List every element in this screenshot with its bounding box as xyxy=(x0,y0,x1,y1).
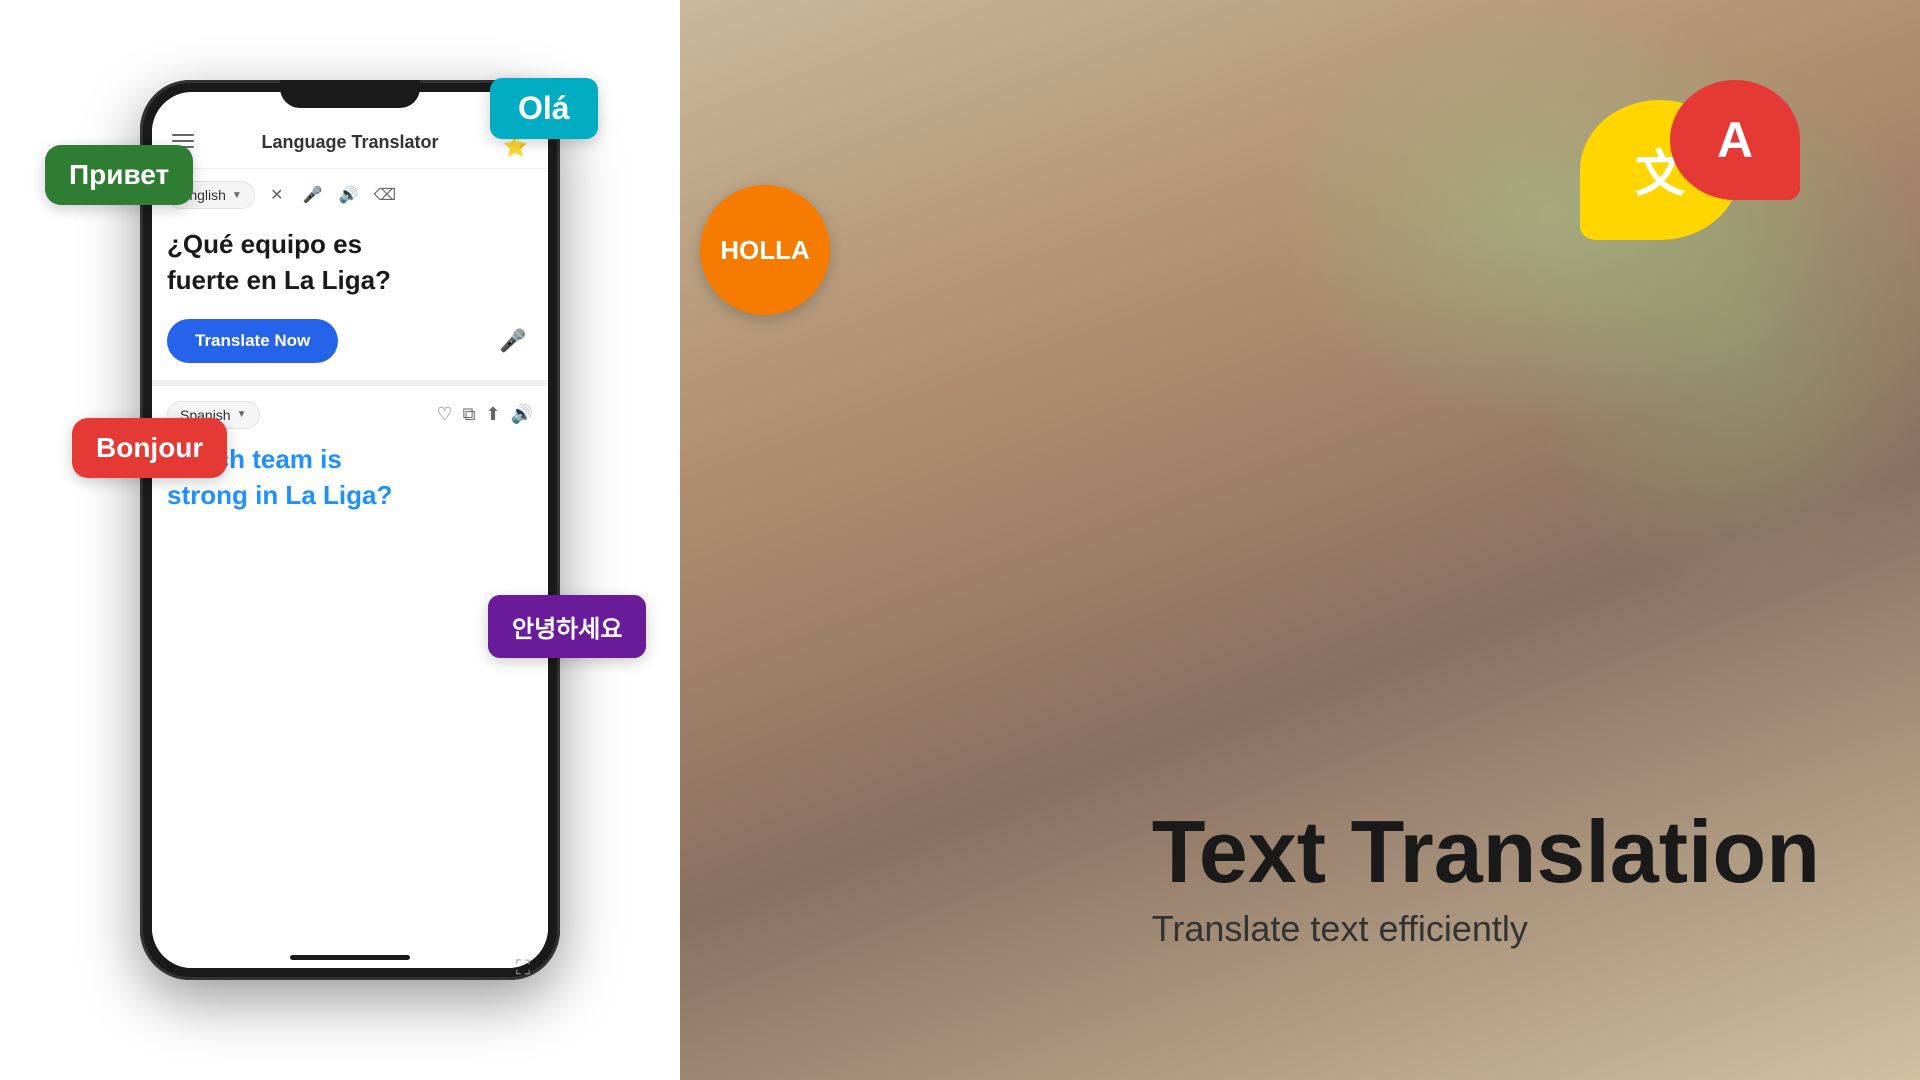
input-language-bar: English ▼ ✕ 🎤 🔊 ⌫ xyxy=(167,181,533,209)
input-text-line1: ¿Qué equipo es xyxy=(167,226,533,262)
input-section: English ▼ ✕ 🎤 🔊 ⌫ ¿Qué equipo es fuerte … xyxy=(152,169,548,386)
subtitle: Translate text efficiently xyxy=(1152,908,1820,950)
share-icon[interactable]: ⬆ xyxy=(485,404,500,425)
phone-screen: Language Translator ⭐ English ▼ ✕ 🎤 🔊 ⌫ xyxy=(152,92,548,968)
phone-notch xyxy=(280,80,420,108)
phone-mockup: Language Translator ⭐ English ▼ ✕ 🎤 🔊 ⌫ xyxy=(140,80,560,1000)
output-language-arrow: ▼ xyxy=(237,409,247,420)
floating-label-bonjour: Bonjour xyxy=(72,418,227,478)
floating-label-privet: Привет xyxy=(45,145,193,205)
input-language-arrow: ▼ xyxy=(232,190,242,201)
menu-line-2 xyxy=(172,140,194,142)
translation-icons-decoration: 文 A xyxy=(1580,80,1800,240)
copy-icon[interactable]: ⧉ xyxy=(463,404,476,425)
expand-icon[interactable]: ⛶ xyxy=(516,957,530,980)
input-text: ¿Qué equipo es fuerte en La Liga? xyxy=(167,221,533,314)
output-action-icons: ♡ ⧉ ⬆ 🔊 xyxy=(436,404,533,425)
menu-line-1 xyxy=(172,134,194,136)
phone-screen-area: Language Translator ⭐ English ▼ ✕ 🎤 🔊 ⌫ xyxy=(152,92,548,968)
red-bubble: A xyxy=(1670,80,1800,200)
microphone-icon[interactable]: 🎤 xyxy=(299,181,327,209)
letter-a-icon: A xyxy=(1717,111,1753,169)
translation-bubbles: 文 A xyxy=(1580,80,1800,240)
speaker-icon[interactable]: 🔊 xyxy=(335,181,363,209)
heart-icon[interactable]: ♡ xyxy=(436,404,452,425)
output-text-line2: strong in La Liga? xyxy=(167,477,533,513)
translate-now-button[interactable]: Translate Now xyxy=(167,319,338,363)
input-text-line2: fuerte en La Liga? xyxy=(167,262,533,298)
voice-input-button[interactable]: 🎤 xyxy=(493,321,533,361)
right-side-content: Text Translation Translate text efficien… xyxy=(1152,808,1820,950)
floating-label-holla: HOLLA xyxy=(700,185,830,315)
clear-button[interactable]: ✕ xyxy=(263,181,291,209)
translate-button-row: Translate Now 🎤 xyxy=(167,314,533,368)
floating-label-ola: Olá xyxy=(490,78,598,139)
main-title: Text Translation xyxy=(1152,808,1820,896)
phone-outer-frame: Language Translator ⭐ English ▼ ✕ 🎤 🔊 ⌫ xyxy=(140,80,560,980)
floating-label-annyeong: 안녕하세요 xyxy=(488,595,646,658)
app-title: Language Translator xyxy=(261,132,438,153)
output-speaker-icon[interactable]: 🔊 xyxy=(511,404,533,425)
delete-icon[interactable]: ⌫ xyxy=(371,181,399,209)
phone-home-indicator xyxy=(290,955,410,960)
